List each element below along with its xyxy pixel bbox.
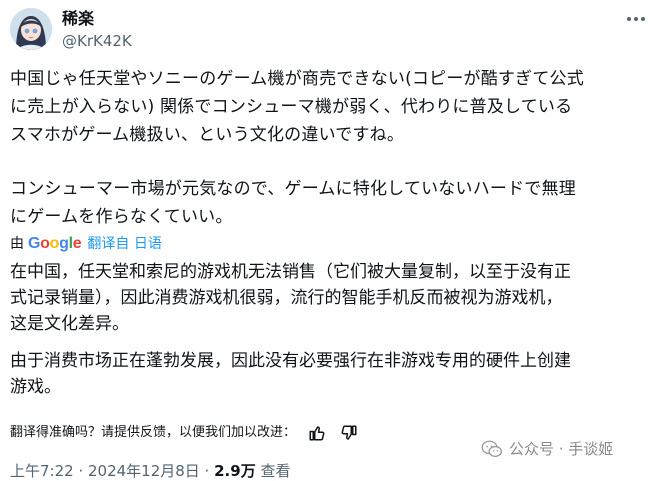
post-timestamp[interactable]: 上午7:22 · 2024年12月8日 · [10,462,209,480]
feedback-prompt: 翻译得准确吗？请提供反馈，以便我们加以改进： [10,425,297,440]
author-handle[interactable]: @KrK42K [62,31,132,51]
avatar-image [10,8,52,50]
thumbs-up-button[interactable] [306,423,328,443]
translation-line: 由于消费市场正在蓬勃发展，因此没有必要强行在非游戏专用的硬件上创建 [10,351,571,371]
thumbs-up-icon [309,426,325,441]
watermark-text: 公众号 · 手谈姬 [509,440,614,458]
translated-by-label: 由 [10,236,24,252]
translation-paragraph-2: 由于消费市场正在蓬勃发展，因此没有必要强行在非游戏专用的硬件上创建 游戏。 [10,348,571,400]
author-display-name[interactable]: 稀楽 [62,9,94,29]
post-paragraph-2: コンシューマー市場が元気なので、ゲームに特化していないハードで無理 にゲームを作… [10,175,576,231]
thumbs-down-button[interactable] [338,423,360,443]
views-count: 2.9万 [214,462,256,480]
post-meta: 上午7:22 · 2024年12月8日 · 2.9万 查看 [10,461,291,481]
watermark: 公众号 · 手谈姬 [481,438,613,459]
thumbs-down-icon [341,425,357,440]
post-line: スマホがゲーム機扱い、という文化の違いですね。 [10,125,405,145]
translation-attribution: 由 Google 翻译自 日语 [10,234,162,254]
post-line: に売上が入らない) 関係でコンシューマ機が弱く、代わりに普及している [10,97,573,117]
translation-line: 在中国，任天堂和索尼的游戏机无法销售（它们被大量复制，以至于没有正 [10,262,571,282]
translation-line: 游戏。 [10,377,61,397]
wechat-icon [481,440,503,457]
post-paragraph-1: 中国じゃ任天堂やソニーのゲーム機が商売できない(コピーが酷すぎて公式 に売上が入… [10,65,584,149]
avatar[interactable] [10,8,52,50]
translation-source-link[interactable]: 翻译自 日语 [87,234,161,254]
translation-paragraph-1: 在中国，任天堂和索尼的游戏机无法销售（它们被大量复制，以至于没有正 式记录销量）… [10,259,571,337]
post-line: コンシューマー市場が元気なので、ゲームに特化していないハードで無理 [10,179,576,199]
more-options-button[interactable] [622,10,650,28]
google-logo: Google [28,235,82,252]
translation-line: 这是文化差异。 [10,314,129,334]
more-icon [627,17,645,21]
post-line: にゲームを作らなくていい。 [10,207,233,227]
views-label: 查看 [260,462,291,480]
translation-feedback: 翻译得准确吗？请提供反馈，以便我们加以改进： [10,423,360,443]
translation-line: 式记录销量），因此消费游戏机很弱，流行的智能手机反而被视为游戏机， [10,288,563,308]
post-line: 中国じゃ任天堂やソニーのゲーム機が商売できない(コピーが酷すぎて公式 [10,69,584,89]
